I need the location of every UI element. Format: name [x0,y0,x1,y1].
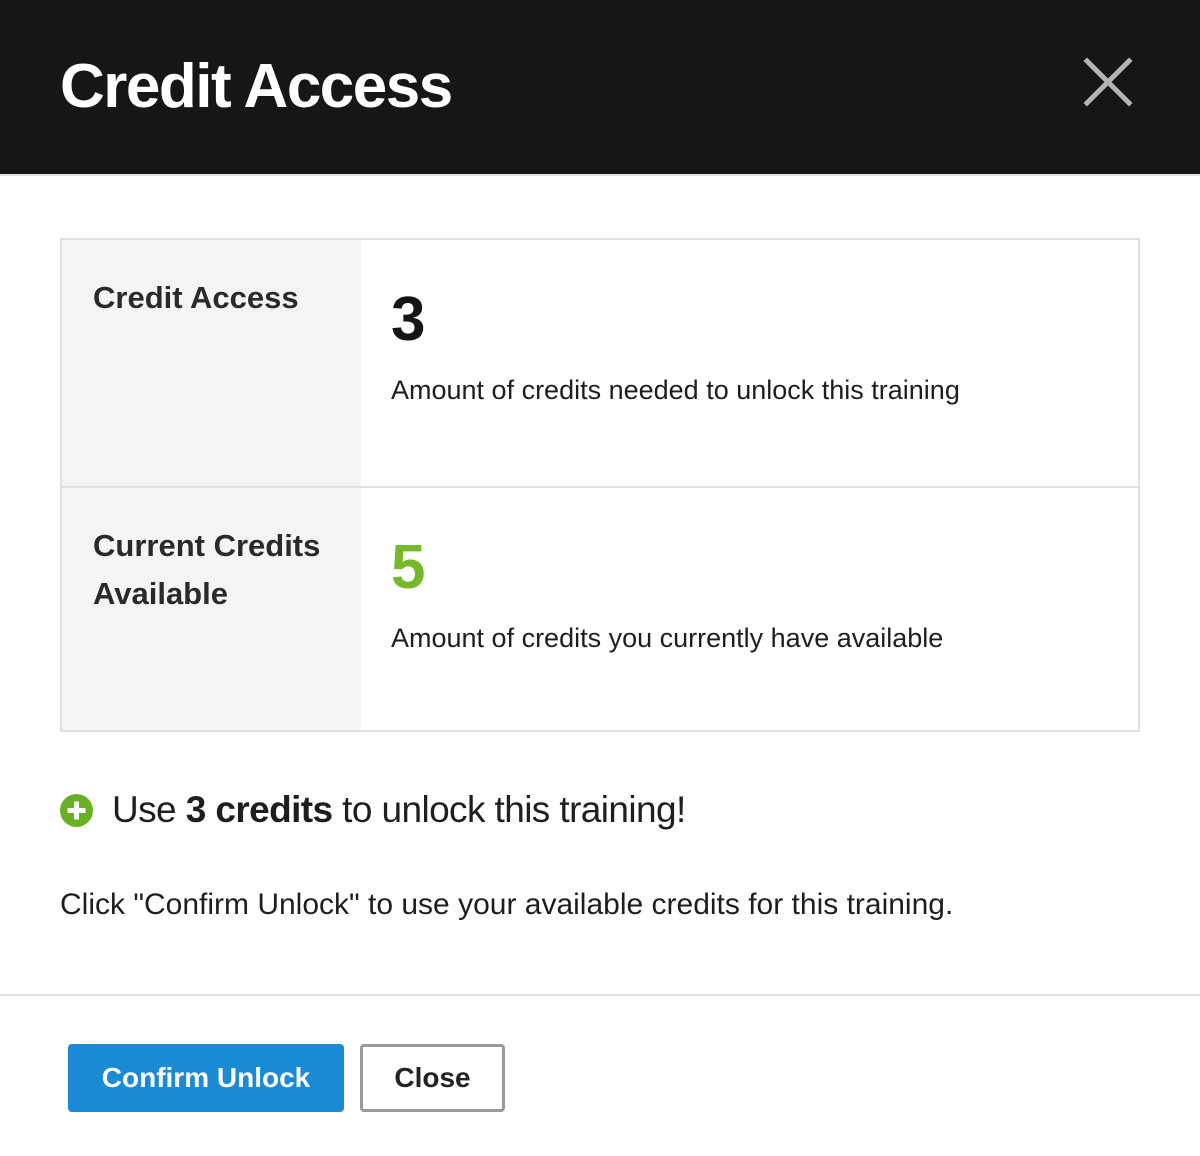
credits-required-row: Credit Access 3 Amount of credits needed… [62,240,1138,488]
row-label-cell: Credit Access [62,240,361,486]
confirm-unlock-button[interactable]: Confirm Unlock [68,1044,344,1112]
credits-available-value: 5 [391,533,426,602]
credits-available-description: Amount of credits you currently have ava… [391,623,944,653]
credit-access-dialog: Credit Access Credit Access 3 Amount of … [0,0,1200,1156]
row-value-cell: 3 Amount of credits needed to unlock thi… [361,240,1138,486]
credits-required-description: Amount of credits needed to unlock this … [391,375,960,405]
credits-required-label: Credit Access [93,280,299,315]
unlock-message-credits: 3 credits [185,789,333,830]
unlock-message-text: Use 3 credits to unlock this training! [112,789,686,831]
credits-required-value: 3 [391,285,426,354]
dialog-title: Credit Access [60,52,453,121]
close-button[interactable]: Close [360,1044,505,1112]
close-icon[interactable] [1078,52,1138,112]
instruction-text: Click "Confirm Unlock" to use your avail… [60,888,954,921]
credits-table: Credit Access 3 Amount of credits needed… [60,238,1140,732]
dialog-header: Credit Access [0,0,1200,176]
row-label-cell: Current Credits Available [62,488,361,730]
unlock-message-prefix: Use [112,789,186,830]
row-value-cell: 5 Amount of credits you currently have a… [361,488,1138,730]
unlock-message: Use 3 credits to unlock this training! [60,786,686,834]
unlock-message-suffix: to unlock this training! [332,789,686,830]
plus-circle-icon [60,793,93,827]
credits-available-label: Current Credits Available [93,528,321,611]
footer-divider [0,994,1200,996]
credits-available-row: Current Credits Available 5 Amount of cr… [62,488,1138,730]
